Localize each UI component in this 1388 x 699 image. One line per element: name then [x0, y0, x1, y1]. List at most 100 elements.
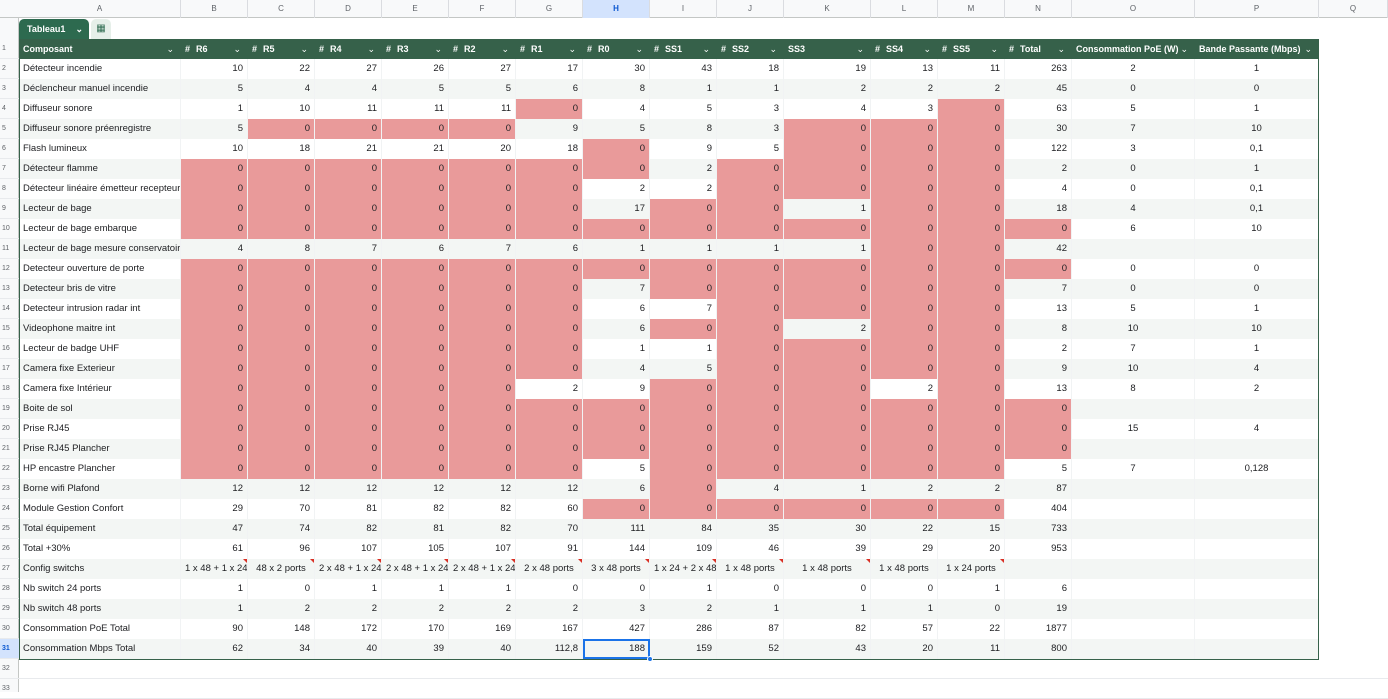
- column-header-k[interactable]: K: [784, 0, 871, 18]
- data-cell[interactable]: 0: [871, 459, 938, 479]
- data-cell[interactable]: 0,128: [1195, 459, 1319, 479]
- data-cell[interactable]: 0: [181, 219, 248, 239]
- data-cell[interactable]: 107: [315, 539, 382, 559]
- data-cell[interactable]: 0: [516, 179, 583, 199]
- column-header-cell[interactable]: # R0 ⌄: [583, 39, 650, 59]
- data-cell[interactable]: 1: [717, 79, 784, 99]
- data-cell[interactable]: 1: [583, 339, 650, 359]
- data-cell[interactable]: 7: [315, 239, 382, 259]
- filter-dropdown-icon[interactable]: ⌄: [166, 39, 174, 59]
- data-cell[interactable]: [1195, 239, 1319, 259]
- filter-dropdown-icon[interactable]: ⌄: [300, 39, 308, 59]
- row-label-cell[interactable]: Total +30%: [19, 539, 181, 559]
- data-cell[interactable]: 0: [315, 119, 382, 139]
- data-cell[interactable]: 10: [181, 59, 248, 79]
- data-cell[interactable]: 10: [181, 139, 248, 159]
- data-cell[interactable]: 0: [315, 359, 382, 379]
- data-cell[interactable]: 0: [784, 359, 871, 379]
- data-cell[interactable]: [1195, 639, 1319, 659]
- data-cell[interactable]: 167: [516, 619, 583, 639]
- data-cell[interactable]: 0: [248, 459, 315, 479]
- column-header-h[interactable]: H: [583, 0, 650, 18]
- data-cell[interactable]: 0: [181, 199, 248, 219]
- data-cell[interactable]: 43: [650, 59, 717, 79]
- data-cell[interactable]: 107: [449, 539, 516, 559]
- data-cell[interactable]: 2: [583, 179, 650, 199]
- row-label-cell[interactable]: Videophone maitre int: [19, 319, 181, 339]
- data-cell[interactable]: 5: [449, 79, 516, 99]
- data-cell[interactable]: 1: [871, 599, 938, 619]
- data-cell[interactable]: 30: [583, 59, 650, 79]
- data-cell[interactable]: 40: [449, 639, 516, 659]
- data-cell[interactable]: 6: [382, 239, 449, 259]
- data-cell[interactable]: 2 x 48 + 1 x 24: [315, 559, 382, 579]
- data-cell[interactable]: 0: [717, 419, 784, 439]
- data-cell[interactable]: [1195, 439, 1319, 459]
- data-cell[interactable]: 0: [248, 579, 315, 599]
- data-cell[interactable]: 4: [248, 79, 315, 99]
- data-cell[interactable]: 0: [248, 419, 315, 439]
- column-header-cell[interactable]: # R6 ⌄: [181, 39, 248, 59]
- column-header-cell[interactable]: # R4 ⌄: [315, 39, 382, 59]
- comment-indicator-icon[interactable]: [377, 559, 381, 563]
- data-cell[interactable]: 0: [871, 339, 938, 359]
- data-cell[interactable]: 169: [449, 619, 516, 639]
- data-cell[interactable]: [1195, 599, 1319, 619]
- data-cell[interactable]: 0: [315, 439, 382, 459]
- data-cell[interactable]: 1 x 48 ports: [784, 559, 871, 579]
- row-header-29[interactable]: 29: [0, 599, 19, 619]
- data-cell[interactable]: 0: [382, 279, 449, 299]
- data-cell[interactable]: 21: [315, 139, 382, 159]
- data-cell[interactable]: 0: [315, 319, 382, 339]
- data-cell[interactable]: 1: [717, 239, 784, 259]
- data-cell[interactable]: 6: [1005, 579, 1072, 599]
- row-label-cell[interactable]: Prise RJ45: [19, 419, 181, 439]
- data-cell[interactable]: 111: [583, 519, 650, 539]
- column-header-e[interactable]: E: [382, 0, 449, 18]
- data-cell[interactable]: 105: [382, 539, 449, 559]
- data-cell[interactable]: 5: [1072, 299, 1195, 319]
- data-cell[interactable]: 35: [717, 519, 784, 539]
- data-cell[interactable]: 0,1: [1195, 179, 1319, 199]
- filter-dropdown-icon[interactable]: ⌄: [923, 39, 931, 59]
- data-cell[interactable]: 26: [382, 59, 449, 79]
- data-cell[interactable]: 0: [938, 159, 1005, 179]
- data-cell[interactable]: 6: [583, 479, 650, 499]
- data-cell[interactable]: 0: [717, 379, 784, 399]
- data-cell[interactable]: 4: [1072, 199, 1195, 219]
- data-cell[interactable]: 170: [382, 619, 449, 639]
- data-cell[interactable]: 0: [516, 279, 583, 299]
- data-cell[interactable]: 0: [938, 299, 1005, 319]
- data-cell[interactable]: 0: [1072, 179, 1195, 199]
- data-cell[interactable]: 0: [315, 379, 382, 399]
- filter-dropdown-icon[interactable]: ⌄: [635, 39, 643, 59]
- data-cell[interactable]: 52: [717, 639, 784, 659]
- data-cell[interactable]: 0: [449, 219, 516, 239]
- data-cell[interactable]: 82: [382, 499, 449, 519]
- data-cell[interactable]: 0: [871, 299, 938, 319]
- data-cell[interactable]: 2: [650, 159, 717, 179]
- data-cell[interactable]: 29: [181, 499, 248, 519]
- data-cell[interactable]: 39: [784, 539, 871, 559]
- data-cell[interactable]: 0: [784, 159, 871, 179]
- row-label-cell[interactable]: Lecteur de badge UHF: [19, 339, 181, 359]
- data-cell[interactable]: 22: [938, 619, 1005, 639]
- data-cell[interactable]: 5: [181, 119, 248, 139]
- column-header-d[interactable]: D: [315, 0, 382, 18]
- row-label-cell[interactable]: Borne wifi Plafond: [19, 479, 181, 499]
- filter-dropdown-icon[interactable]: ⌄: [501, 39, 509, 59]
- row-header-33[interactable]: 33: [0, 679, 19, 699]
- data-cell[interactable]: 12: [516, 479, 583, 499]
- data-cell[interactable]: 6: [516, 79, 583, 99]
- data-cell[interactable]: [1195, 479, 1319, 499]
- row-header-26[interactable]: 26: [0, 539, 19, 559]
- data-cell[interactable]: 0: [1005, 419, 1072, 439]
- data-cell[interactable]: 1: [784, 199, 871, 219]
- data-cell[interactable]: 109: [650, 539, 717, 559]
- data-cell[interactable]: 0: [871, 319, 938, 339]
- data-cell[interactable]: 10: [1195, 119, 1319, 139]
- data-cell[interactable]: 4: [1195, 419, 1319, 439]
- data-cell[interactable]: 2: [784, 79, 871, 99]
- data-cell[interactable]: 20: [938, 539, 1005, 559]
- data-cell[interactable]: 0: [449, 119, 516, 139]
